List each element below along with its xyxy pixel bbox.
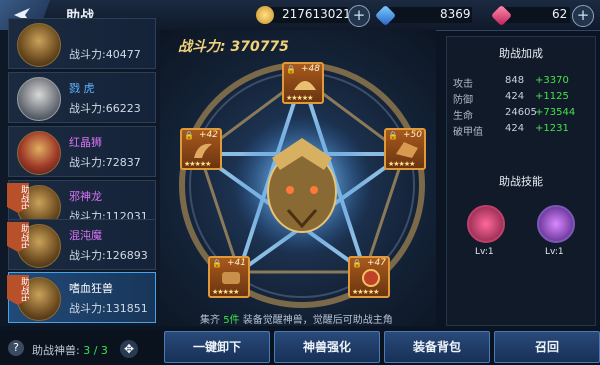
stat-bonus: +3370	[535, 75, 569, 86]
beast-power: 战斗力:126893	[69, 249, 148, 262]
stars-icon: ★★★★★	[388, 160, 415, 168]
slot-level: +50	[403, 130, 422, 140]
lock-icon: 🔒	[388, 131, 398, 140]
equipment-slot-top[interactable]: 🔒 +48 ★★★★★	[282, 62, 324, 104]
hint-prefix: 集齐	[200, 315, 220, 326]
recall-button[interactable]: 召回	[494, 331, 600, 363]
skill-level: Lv:1	[475, 247, 494, 257]
beast-name: 戮 虎	[69, 82, 95, 95]
equipment-slot-right[interactable]: 🔒 +50 ★★★★★	[384, 128, 426, 170]
stat-value: 424	[505, 91, 525, 102]
beast-power: 战斗力:72837	[69, 156, 141, 169]
stat-value: 424	[505, 123, 525, 134]
hint-suffix: 装备觉醒神兽，觉醒后可助战主角	[242, 315, 393, 326]
beast-power: 战斗力:66223	[69, 102, 141, 115]
lock-icon: 🔒	[212, 259, 222, 268]
assist-count: 助战神兽: 3 / 3	[32, 342, 108, 358]
unequip-all-button[interactable]: 一键卸下	[164, 331, 270, 363]
skill-2-icon[interactable]	[537, 205, 575, 243]
stat-label: 生命	[453, 111, 473, 122]
skill-level: Lv:1	[545, 247, 564, 257]
stat-label: 防御	[453, 95, 473, 106]
beast-list: 战斗力:40477 戮 虎 战斗力:66223 红晶狮 战斗力:72837 助战…	[0, 18, 160, 326]
add-gem-button[interactable]: +	[572, 5, 594, 27]
gold-amount: 217613021	[282, 7, 351, 21]
assisting-badge: 助战中	[7, 183, 29, 213]
crystal-amount: 8369	[440, 7, 471, 21]
beast-avatar	[17, 131, 61, 175]
assist-count-value: 3 / 3	[83, 344, 108, 357]
gem-amount: 62	[552, 7, 568, 21]
bonus-title: 助战加成	[499, 47, 543, 60]
assisting-badge: 助战中	[7, 275, 29, 305]
slot-level: +42	[199, 130, 218, 140]
equipment-bag-button[interactable]: 装备背包	[384, 331, 490, 363]
stars-icon: ★★★★★	[352, 288, 379, 296]
beast-name: 邪神龙	[69, 190, 102, 203]
beast-list-item-selected[interactable]: 助战中 嗜血狂兽 战斗力:131851	[7, 272, 156, 323]
stat-row: 攻击 848 +3370	[453, 75, 593, 90]
lock-icon: 🔒	[352, 259, 362, 268]
beast-list-item[interactable]: 助战中 混沌魔 战斗力:126893	[7, 219, 156, 270]
gem-currency: 62 +	[490, 4, 598, 27]
bracer-icon	[222, 272, 240, 284]
horn-icon	[294, 81, 316, 90]
stat-value: 848	[505, 75, 525, 86]
stat-value: 24605	[505, 107, 537, 118]
lock-icon: 🔒	[184, 131, 194, 140]
beast-list-item[interactable]: 戮 虎 战斗力:66223	[8, 72, 156, 123]
awaken-hint: 集齐 5件 装备觉醒神兽，觉醒后可助战主角	[200, 311, 393, 326]
beast-name: 混沌魔	[69, 229, 102, 242]
gold-coin-icon	[256, 6, 274, 24]
beast-power: 战斗力:131851	[69, 302, 148, 315]
total-power: 战斗力: 370775	[178, 39, 289, 55]
stars-icon: ★★★★★	[184, 160, 211, 168]
move-icon[interactable]: ✥	[120, 340, 138, 358]
stars-icon: ★★★★★	[286, 94, 313, 102]
beast-list-item[interactable]: 战斗力:40477	[8, 18, 156, 69]
beast-name: 嗜血狂兽	[69, 282, 113, 295]
slot-level: +47	[367, 258, 386, 268]
enhance-beast-button[interactable]: 神兽强化	[274, 331, 380, 363]
crystal-currency: 8369	[374, 4, 482, 27]
stat-row: 破甲值 424 +1231	[453, 123, 593, 138]
equipment-slot-bottom-right[interactable]: 🔒 +47 ★★★★★	[348, 256, 390, 298]
skill-title: 助战技能	[499, 175, 543, 188]
equipment-slot-bottom-left[interactable]: 🔒 +41 ★★★★★	[208, 256, 250, 298]
assist-panel: 助战加成 攻击 848 +3370 防御 424 +1125 生命 24605 …	[446, 36, 596, 326]
beast-avatar	[17, 23, 61, 67]
gold-currency: 217613021 +	[256, 4, 370, 27]
claw-icon	[194, 143, 212, 158]
slot-level: +48	[301, 64, 320, 74]
stat-bonus: +1231	[535, 123, 569, 134]
assist-count-label: 助战神兽:	[32, 344, 80, 357]
stat-label: 破甲值	[453, 127, 483, 138]
stat-bonus: +73544	[535, 107, 576, 118]
gauntlet-icon	[396, 142, 418, 158]
stat-row: 生命 24605 +73544	[453, 107, 593, 122]
beast-power: 战斗力:40477	[69, 48, 141, 61]
stat-label: 攻击	[453, 79, 473, 90]
amulet-icon	[362, 269, 380, 287]
beast-avatar	[17, 77, 61, 121]
stat-bonus: +1125	[535, 91, 569, 102]
hint-count: 5件	[223, 315, 240, 326]
stars-icon: ★★★★★	[212, 288, 239, 296]
equipment-slot-left[interactable]: 🔒 +42 ★★★★★	[180, 128, 222, 170]
skill-1-icon[interactable]	[467, 205, 505, 243]
help-icon[interactable]: ?	[8, 340, 24, 356]
beast-name: 红晶狮	[69, 136, 102, 149]
lock-icon: 🔒	[286, 65, 296, 74]
add-gold-button[interactable]: +	[348, 5, 370, 27]
slot-level: +41	[227, 258, 246, 268]
assisting-badge: 助战中	[7, 222, 29, 252]
stat-row: 防御 424 +1125	[453, 91, 593, 106]
beast-list-item[interactable]: 红晶狮 战斗力:72837	[8, 126, 156, 177]
